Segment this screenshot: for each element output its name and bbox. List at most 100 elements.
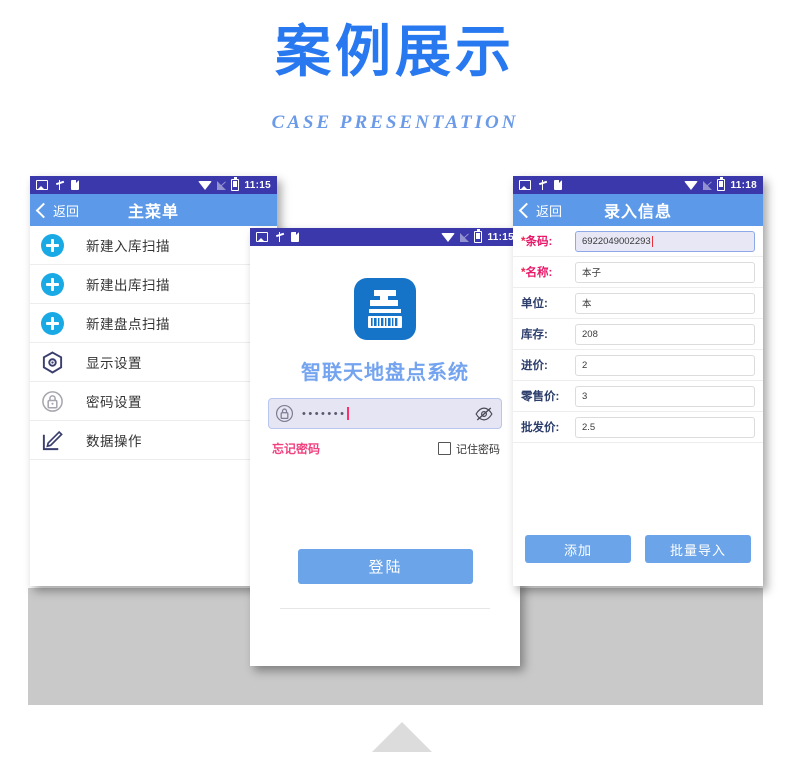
field-input-unit[interactable]: 本 (575, 292, 755, 314)
login-screen: 智联天地盘点系统 ••••••• 忘记密码 记住密码 登陆 (250, 246, 520, 634)
status-bar-clock: 11:18 (730, 179, 757, 191)
plus-circle-icon (41, 311, 64, 335)
status-bar-left-icons (519, 180, 562, 190)
signal-off-icon (217, 180, 227, 190)
field-label-retail-price: 零售价: (521, 391, 560, 403)
page-subtitle: CASE PRESENTATION (271, 112, 519, 133)
battery-icon (474, 229, 483, 243)
image-icon (519, 180, 531, 190)
menu-item-label: 显示设置 (86, 356, 142, 371)
plus-circle-icon (41, 233, 64, 257)
text-caret (347, 407, 350, 420)
usb-icon (275, 232, 284, 242)
menu-item-display-settings[interactable]: 显示设置 (30, 343, 277, 382)
status-bar-left-icons (36, 180, 79, 190)
phone-screenshot-entry-form: 11:18 返回 录入信息 *条码: 6922049002293 *名称: 本子 (513, 176, 763, 586)
status-bar: 11:15 (250, 228, 520, 246)
login-options-row: 忘记密码 记住密码 (272, 440, 500, 457)
status-bar-right-icons: 11:15 (441, 229, 514, 243)
document-icon (71, 180, 79, 190)
field-value: 2.5 (582, 421, 596, 433)
menu-list: 新建入库扫描 新建出库扫描 新建盘点扫描 显示设置 密码设置 数据操作 (30, 226, 277, 460)
field-label-unit: 单位: (521, 298, 548, 310)
signal-off-icon (703, 180, 713, 190)
form-action-bar: 添加 批量导入 (513, 443, 763, 563)
field-value: 2 (582, 359, 588, 371)
page-title: 案例展示 (275, 20, 515, 85)
status-bar-right-icons: 11:15 (198, 177, 271, 191)
field-input-name[interactable]: 本子 (575, 261, 755, 283)
eye-slash-icon[interactable] (475, 406, 493, 421)
batch-import-button[interactable]: 批量导入 (645, 535, 751, 563)
status-bar-right-icons: 11:18 (684, 177, 757, 191)
form-row-unit: 单位: 本 (513, 288, 763, 319)
checkbox-icon[interactable] (438, 442, 451, 455)
field-value: 208 (582, 328, 598, 340)
status-bar-left-icons (256, 232, 299, 242)
app-title: 智联天地盘点系统 (301, 362, 469, 384)
password-input[interactable]: ••••••• (268, 398, 502, 429)
battery-icon (231, 177, 240, 191)
divider (280, 608, 490, 609)
field-label-name: *名称: (521, 267, 553, 279)
field-label-wholesale-price: 批发价: (521, 422, 560, 434)
form-row-barcode: *条码: 6922049002293 (513, 226, 763, 257)
back-button[interactable]: 返回 (518, 201, 563, 220)
back-button-label: 返回 (53, 203, 80, 219)
menu-item-label: 新建出库扫描 (86, 278, 170, 293)
edit-pencil-icon (41, 429, 64, 452)
image-icon (256, 232, 268, 242)
text-caret (651, 235, 654, 247)
field-value: 6922049002293 (582, 235, 651, 247)
status-bar: 11:15 (30, 176, 277, 194)
lock-circle-icon (41, 390, 64, 413)
menu-item-data-operations[interactable]: 数据操作 (30, 421, 277, 460)
remember-password-label: 记住密码 (456, 443, 500, 456)
forgot-password-link[interactable]: 忘记密码 (272, 440, 320, 457)
menu-item-inbound-scan[interactable]: 新建入库扫描 (30, 226, 277, 265)
lock-icon (275, 404, 294, 423)
form-row-name: *名称: 本子 (513, 257, 763, 288)
document-icon (291, 232, 299, 242)
field-input-cost-price[interactable]: 2 (575, 354, 755, 376)
menu-item-label: 新建盘点扫描 (86, 317, 170, 332)
back-button-label: 返回 (536, 203, 563, 219)
wifi-icon (198, 180, 213, 190)
usb-icon (538, 180, 547, 190)
phone-screenshot-login: 11:15 智联天地盘点系统 ••••••• 忘记密码 记住密码 登陆 (250, 228, 520, 666)
password-value: ••••••• (302, 407, 347, 420)
add-button[interactable]: 添加 (525, 535, 631, 563)
usb-icon (55, 180, 64, 190)
battery-icon (717, 177, 726, 191)
wifi-icon (441, 232, 456, 242)
login-button[interactable]: 登陆 (298, 549, 473, 584)
app-logo (354, 278, 416, 340)
remember-password-option[interactable]: 记住密码 (438, 441, 500, 457)
form-row-stock: 库存: 208 (513, 319, 763, 350)
form-row-wholesale-price: 批发价: 2.5 (513, 412, 763, 443)
hexagon-gear-icon (41, 350, 64, 374)
menu-item-label: 密码设置 (86, 395, 142, 410)
field-input-wholesale-price[interactable]: 2.5 (575, 416, 755, 438)
menu-item-label: 数据操作 (86, 434, 142, 449)
field-input-barcode[interactable]: 6922049002293 (575, 230, 755, 252)
chevron-left-icon (35, 202, 52, 218)
field-value: 本子 (582, 268, 602, 279)
field-label-barcode: *条码: (521, 236, 553, 248)
image-icon (36, 180, 48, 190)
menu-item-stocktake-scan[interactable]: 新建盘点扫描 (30, 304, 277, 343)
signal-off-icon (460, 232, 470, 242)
page-header: 案例展示 CASE PRESENTATION (0, 0, 790, 160)
field-label-cost-price: 进价: (521, 360, 548, 372)
back-button[interactable]: 返回 (35, 201, 80, 220)
menu-item-outbound-scan[interactable]: 新建出库扫描 (30, 265, 277, 304)
field-input-stock[interactable]: 208 (575, 323, 755, 345)
menu-item-password-settings[interactable]: 密码设置 (30, 382, 277, 421)
form-row-cost-price: 进价: 2 (513, 350, 763, 381)
field-input-retail-price[interactable]: 3 (575, 385, 755, 407)
menu-item-label: 新建入库扫描 (86, 239, 170, 254)
plus-circle-icon (41, 272, 64, 296)
status-bar-clock: 11:15 (487, 231, 514, 243)
form-row-retail-price: 零售价: 3 (513, 381, 763, 412)
title-bar: 返回 主菜单 (30, 194, 277, 226)
